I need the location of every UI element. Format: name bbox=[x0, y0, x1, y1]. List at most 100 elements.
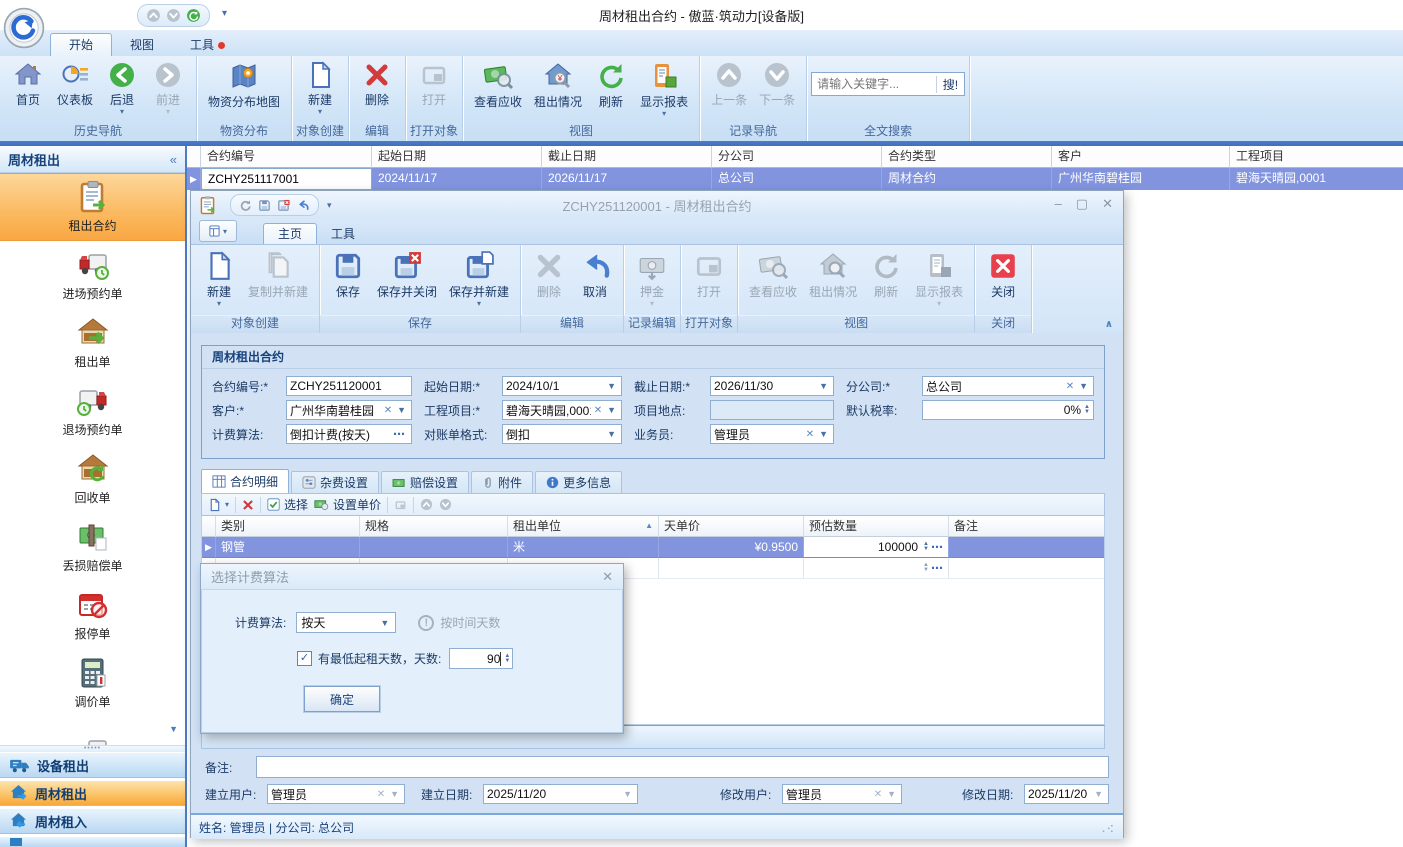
modal-titlebar[interactable]: 选择计费算法 ✕ bbox=[201, 564, 623, 590]
dialog-tab-home[interactable]: 主页 bbox=[263, 223, 317, 244]
grid-new-row-button[interactable]: ▾ bbox=[208, 498, 229, 512]
view-receivable-button[interactable]: 查看应收 bbox=[469, 60, 527, 111]
report-dropdown-icon[interactable]: ▾ bbox=[662, 110, 666, 117]
sidebar-item-rental-order[interactable]: 租出单 bbox=[0, 309, 185, 377]
dialog-save-icon[interactable] bbox=[258, 199, 271, 212]
dlg-refresh-button[interactable]: 刷新 bbox=[864, 250, 908, 301]
col-category[interactable]: 类别 bbox=[216, 516, 360, 537]
refresh-button[interactable]: 刷新 bbox=[589, 60, 633, 111]
dialog-app-menu-button[interactable]: ▾ bbox=[199, 220, 237, 242]
sidebar-collapse-icon[interactable]: « bbox=[170, 152, 177, 167]
dialog-save-close-icon[interactable] bbox=[277, 199, 290, 212]
chevron-down-icon[interactable]: ▼ bbox=[605, 429, 618, 439]
sidebar-item-price-adjustment[interactable]: 调价单 bbox=[0, 649, 185, 717]
col-customer[interactable]: 客户 bbox=[1052, 146, 1230, 168]
cell-spec[interactable] bbox=[360, 537, 508, 558]
ribbon-collapse-icon[interactable]: ∧ bbox=[1105, 319, 1113, 330]
statement-format-field[interactable]: 倒扣▼ bbox=[502, 424, 622, 444]
group-equipment-rental[interactable]: 设备租出 bbox=[0, 752, 185, 778]
spinner-icon[interactable]: ▲▼ bbox=[920, 563, 929, 573]
dlg-cancel-button[interactable]: 取消 bbox=[573, 250, 617, 301]
sidebar-item-rental-contract[interactable]: 租出合约 bbox=[0, 173, 185, 241]
sidebar-item-partial[interactable] bbox=[0, 717, 185, 745]
rental-status-button[interactable]: ¥ 租出情况 bbox=[529, 60, 587, 111]
clear-x-icon[interactable]: ✕ bbox=[1063, 381, 1077, 392]
contract-no-field[interactable]: ZCHY251120001 bbox=[286, 376, 412, 396]
tab-misc-fees[interactable]: 杂费设置 bbox=[291, 471, 379, 493]
clear-x-icon[interactable]: ✕ bbox=[591, 405, 605, 416]
material-map-button[interactable]: 物资分布地图 bbox=[203, 60, 285, 111]
grid-select-button[interactable]: 选择 bbox=[267, 496, 308, 513]
col-unit[interactable]: 租出单位▲ bbox=[508, 516, 659, 537]
dlg-save-new-button[interactable]: 保存并新建 ▾ bbox=[444, 250, 514, 308]
contracts-data-row[interactable]: ▶ ZCHY251117001 2024/11/17 2026/11/17 总公… bbox=[187, 168, 1403, 190]
col-project[interactable]: 工程项目 bbox=[1230, 146, 1403, 168]
next-record-button[interactable]: 下一条 bbox=[754, 60, 800, 109]
search-input[interactable] bbox=[812, 77, 936, 91]
grid-delete-row-button[interactable] bbox=[242, 499, 254, 511]
spinner-icon[interactable]: ▲▼ bbox=[920, 542, 929, 552]
cell-category[interactable]: 钢管 bbox=[216, 537, 360, 558]
dlg-deposit-button[interactable]: 押金 ▾ bbox=[630, 250, 674, 308]
start-date-field[interactable]: 2024/10/1▼ bbox=[502, 376, 622, 396]
tab-more-info[interactable]: 更多信息 bbox=[535, 471, 622, 493]
ellipsis-icon[interactable]: ⋯ bbox=[929, 558, 946, 578]
chevron-down-icon[interactable]: ▼ bbox=[378, 618, 391, 628]
project-field[interactable]: 碧海天晴园,0001✕▼ bbox=[502, 400, 622, 420]
chevron-down-icon[interactable]: ▼ bbox=[605, 405, 618, 415]
cell-contract-no[interactable]: ZCHY251117001 bbox=[201, 168, 372, 190]
sidebar-item-stop-report[interactable]: 报停单 bbox=[0, 581, 185, 649]
clear-x-icon[interactable]: ✕ bbox=[381, 405, 395, 416]
grid-open-button[interactable] bbox=[394, 499, 407, 511]
dlg-delete-button[interactable]: 删除 bbox=[527, 250, 571, 301]
row-down-button[interactable] bbox=[439, 498, 452, 511]
dialog-qat-dropdown-icon[interactable]: ▾ bbox=[327, 200, 332, 211]
minimize-icon[interactable]: – bbox=[1055, 196, 1062, 212]
delete-button[interactable]: 删除 bbox=[355, 60, 399, 109]
tab-compensation[interactable]: 赔偿设置 bbox=[381, 471, 469, 493]
clear-x-icon[interactable]: ✕ bbox=[803, 429, 817, 440]
dashboard-button[interactable]: 仪表板 bbox=[52, 60, 98, 109]
chevron-down-icon[interactable]: ▼ bbox=[1077, 381, 1090, 391]
sidebar-item-recovery-order[interactable]: 回收单 bbox=[0, 445, 185, 513]
new-dropdown-icon[interactable]: ▾ bbox=[318, 108, 322, 115]
new-row-dropdown-icon[interactable]: ▾ bbox=[225, 501, 229, 508]
chevron-down-icon[interactable]: ▼ bbox=[885, 789, 898, 799]
clear-x-icon[interactable]: ✕ bbox=[374, 789, 388, 800]
col-contract-no[interactable]: 合约编号 bbox=[201, 146, 372, 168]
dialog-refresh-icon[interactable] bbox=[239, 199, 252, 212]
cell-unit[interactable]: 米 bbox=[508, 537, 659, 558]
dlg-copy-new-button[interactable]: 复制并新建 bbox=[243, 250, 313, 301]
cell-branch[interactable]: 总公司 bbox=[712, 168, 882, 190]
resize-grip[interactable]: ⢀⢔ bbox=[1098, 822, 1115, 833]
dlg-new-button[interactable]: 新建 ▾ bbox=[197, 250, 241, 308]
cell-type[interactable]: 周材合约 bbox=[882, 168, 1052, 190]
col-start-date[interactable]: 起始日期 bbox=[372, 146, 542, 168]
sidebar-item-outbound-booking[interactable]: 退场预约单 bbox=[0, 377, 185, 445]
dlg-new-dropdown-icon[interactable]: ▾ bbox=[217, 300, 221, 307]
min-days-checkbox[interactable]: ✓ bbox=[297, 651, 312, 666]
cell-project[interactable]: 碧海天晴园,0001 bbox=[1230, 168, 1403, 190]
end-date-field[interactable]: 2026/11/30▼ bbox=[710, 376, 834, 396]
billing-method-select[interactable]: 按天 ▼ bbox=[296, 612, 396, 633]
col-note[interactable]: 备注 bbox=[949, 516, 1104, 537]
prev-record-button[interactable]: 上一条 bbox=[706, 60, 752, 109]
group-partial[interactable] bbox=[0, 836, 185, 847]
tab-attachments[interactable]: 附件 bbox=[471, 471, 533, 493]
tab-tools[interactable]: 工具 bbox=[172, 34, 243, 56]
chevron-down-icon[interactable]: ▼ bbox=[817, 429, 830, 439]
note-input[interactable] bbox=[256, 756, 1109, 778]
row-up-button[interactable] bbox=[420, 498, 433, 511]
set-price-button[interactable]: 设置单价 bbox=[314, 496, 381, 513]
spinner-icon[interactable]: ▲▼ bbox=[1081, 405, 1090, 415]
cell-est-qty[interactable]: 100000 ▲▼ ⋯ bbox=[804, 537, 949, 558]
dlg-save-button[interactable]: 保存 bbox=[326, 250, 370, 301]
chevron-down-icon[interactable]: ▼ bbox=[1092, 789, 1105, 799]
salesman-field[interactable]: 管理员✕▼ bbox=[710, 424, 834, 444]
cell-day-price[interactable]: ¥0.9500 bbox=[659, 537, 804, 558]
ellipsis-icon[interactable]: ⋯ bbox=[391, 427, 408, 441]
new-button[interactable]: 新建 ▾ bbox=[298, 60, 342, 116]
min-days-field[interactable]: 90 ▲▼ bbox=[449, 648, 513, 669]
forward-button[interactable]: 前进 ▾ bbox=[146, 60, 190, 116]
cell-start-date[interactable]: 2024/11/17 bbox=[372, 168, 542, 190]
